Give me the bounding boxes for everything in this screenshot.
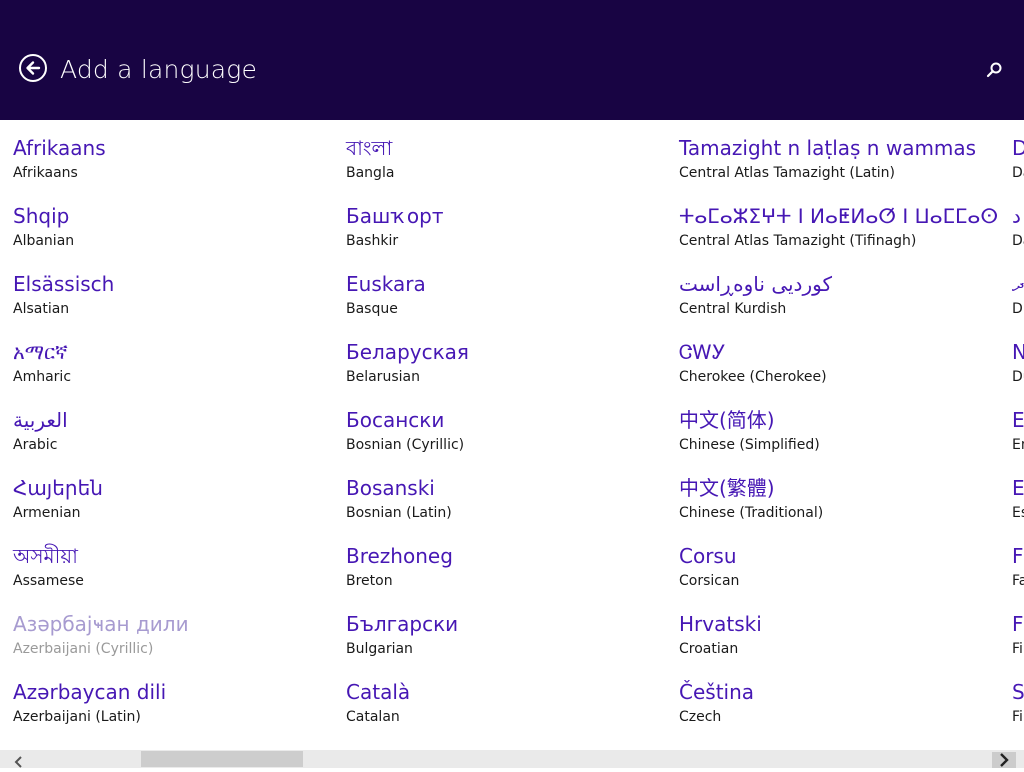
language-item[interactable]: EEs <box>1012 451 1024 521</box>
language-native-name: Brezhoneg <box>346 544 453 568</box>
language-item[interactable]: অসমীয়া Assamese <box>13 519 333 589</box>
language-native-name: العربية <box>13 408 68 432</box>
language-native-name: E <box>1012 476 1024 500</box>
language-item[interactable]: F Fa <box>1012 519 1024 589</box>
language-item[interactable]: EEn <box>1012 383 1024 453</box>
language-item[interactable]: کوردیی ناوەڕاست Central Kurdish <box>679 247 999 317</box>
horizontal-scrollbar[interactable] <box>0 750 1024 768</box>
language-native-name: F <box>1012 612 1024 636</box>
language-item[interactable]: Беларуская Belarusian <box>346 315 666 385</box>
language-native-name: Corsu <box>679 544 737 568</box>
language-item[interactable]: Башҡорт Bashkir <box>346 179 666 249</box>
language-item[interactable]: Tamazight n laṭlaṣ n wammas Central Atlas… <box>679 120 999 181</box>
language-english-name: Azerbaijani (Latin) <box>13 709 141 725</box>
language-native-name: Afrikaans <box>13 136 106 160</box>
language-native-name: ᏣᎳᎩ <box>679 340 726 364</box>
language-item[interactable]: Босански Bosnian (Cyrillic) <box>346 383 666 453</box>
chevron-left-icon <box>14 756 22 768</box>
chevron-right-icon <box>1000 753 1009 767</box>
language-native-name: Башҡорт <box>346 204 444 228</box>
language-item[interactable]: ދDi <box>1012 247 1024 317</box>
language-native-name: Български <box>346 612 459 636</box>
scroll-right-button[interactable] <box>992 752 1016 768</box>
language-item[interactable]: Corsu Corsican <box>679 519 999 589</box>
language-native-name: Azərbaycan dili <box>13 680 167 704</box>
language-item[interactable]: Азәрбајҹан дили Azerbaijani (Cyrillic) <box>13 587 333 657</box>
language-native-name: کوردیی ناوەڕاست <box>679 272 832 296</box>
language-item[interactable]: Azərbaycan dili Azerbaijani (Latin) <box>13 655 333 725</box>
language-item[interactable]: ᏣᎳᎩ Cherokee (Cherokee) <box>679 315 999 385</box>
page-title: Add a language <box>60 55 258 84</box>
language-native-name: 中文(简体) <box>679 408 775 432</box>
language-native-name: 中文(繁體) <box>679 476 775 500</box>
language-english-name: Catalan <box>346 709 400 725</box>
language-native-name: አማርኛ <box>13 340 68 364</box>
language-english-name: Czech <box>679 709 722 725</box>
language-item[interactable]: Elsässisch Alsatian <box>13 247 333 317</box>
language-item[interactable]: 中文(简体) Chinese (Simplified) <box>679 383 999 453</box>
language-native-name: E <box>1012 408 1024 432</box>
language-item[interactable]: Shqip Albanian <box>13 179 333 249</box>
language-native-name: ⵜⴰⵎⴰⵣⵉⵖⵜ ⵏ ⵍⴰⵟⵍⴰⵚ ⵏ ⵡⴰⵎⵎⴰⵙ <box>679 204 999 228</box>
language-item[interactable]: አማርኛ Amharic <box>13 315 333 385</box>
language-item[interactable]: DDa <box>1012 120 1024 181</box>
language-item[interactable]: FFil <box>1012 587 1024 657</box>
language-item[interactable]: Bosanski Bosnian (Latin) <box>346 451 666 521</box>
language-item[interactable]: Brezhoneg Breton <box>346 519 666 589</box>
language-item[interactable]: Hrvatski Croatian <box>679 587 999 657</box>
language-native-name: Босански <box>346 408 445 432</box>
language-native-name: N <box>1012 340 1024 364</box>
search-button[interactable] <box>982 58 1006 82</box>
back-arrow-icon <box>26 61 41 75</box>
language-native-name: অসমীয়া <box>13 544 78 568</box>
language-item[interactable]: Български Bulgarian <box>346 587 666 657</box>
language-item[interactable]: العربية Arabic <box>13 383 333 453</box>
language-native-name: د <box>1012 204 1021 228</box>
language-item[interactable]: NDu <box>1012 315 1024 385</box>
language-list: Afrikaans Afrikaans Shqip Albanian Elsässisc… <box>0 120 1024 750</box>
search-icon <box>986 62 1002 78</box>
language-native-name: D <box>1012 136 1024 160</box>
language-native-name: Shqip <box>13 204 70 228</box>
language-english-name: Fin <box>1012 709 1024 725</box>
language-item[interactable]: Català Catalan <box>346 655 666 725</box>
header-bar: Add a language <box>0 0 1024 120</box>
language-native-name: Tamazight n laṭlaṣ n wammas <box>679 136 977 160</box>
language-native-name: S <box>1012 680 1024 704</box>
language-native-name: বাংলা <box>346 136 393 160</box>
language-native-name: ދ <box>1012 272 1024 296</box>
language-item[interactable]: বাংলা Bangla <box>346 120 666 181</box>
language-native-name: Bosanski <box>346 476 435 500</box>
language-native-name: Азәрбајҹан дили <box>13 612 189 636</box>
language-native-name: Հայերեն <box>13 476 103 500</box>
language-native-name: Euskara <box>346 272 426 296</box>
language-item[interactable]: Afrikaans Afrikaans <box>13 120 333 181</box>
language-native-name: F <box>1012 544 1024 568</box>
language-item[interactable]: 中文(繁體) Chinese (Traditional) <box>679 451 999 521</box>
language-native-name: Беларуская <box>346 340 469 364</box>
language-item[interactable]: Čeština Czech <box>679 655 999 725</box>
language-item[interactable]: Euskara Basque <box>346 247 666 317</box>
language-native-name: Elsässisch <box>13 272 115 296</box>
back-button[interactable] <box>19 54 47 82</box>
scrollbar-thumb[interactable] <box>141 751 303 767</box>
scroll-left-button[interactable] <box>12 753 26 768</box>
language-item[interactable]: ⵜⴰⵎⴰⵣⵉⵖⵜ ⵏ ⵍⴰⵟⵍⴰⵚ ⵏ ⵡⴰⵎⵎⴰⵙ Central Atlas … <box>679 179 999 249</box>
language-native-name: Català <box>346 680 411 704</box>
language-native-name: Hrvatski <box>679 612 762 636</box>
language-item[interactable]: Հայերեն Armenian <box>13 451 333 521</box>
language-native-name: Čeština <box>679 680 755 704</box>
language-item[interactable]: S Fin <box>1012 655 1024 725</box>
language-item[interactable]: دDa <box>1012 179 1024 249</box>
